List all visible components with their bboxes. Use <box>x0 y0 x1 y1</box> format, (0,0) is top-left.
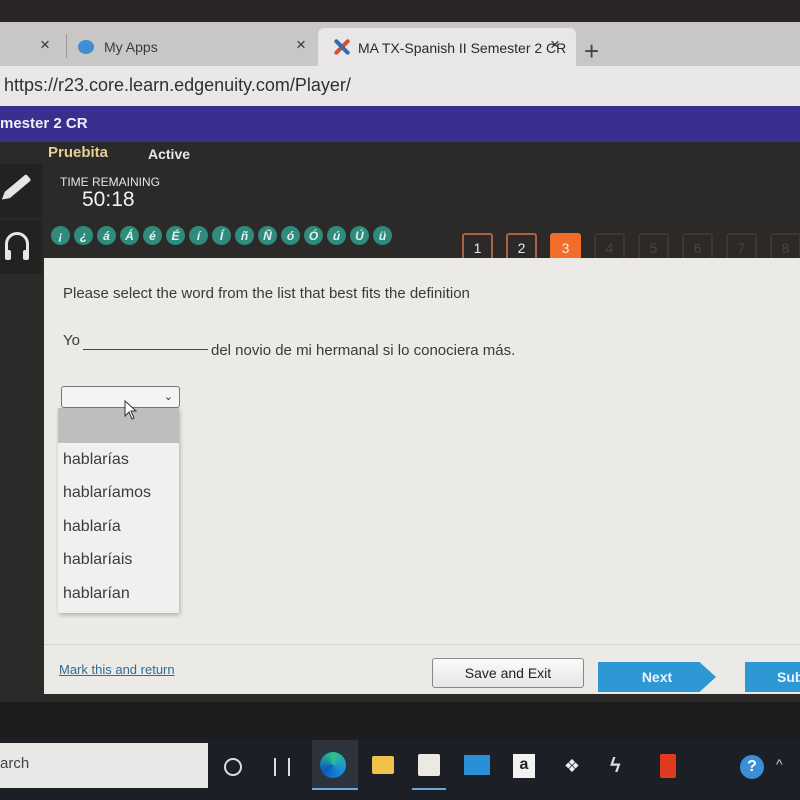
tab-close-icon[interactable]: × <box>296 35 306 55</box>
accent-button[interactable]: á <box>97 226 116 245</box>
accent-button[interactable]: ú <box>327 226 346 245</box>
accent-button[interactable]: ¡ <box>51 226 70 245</box>
answer-dropdown-list: hablarías hablaríamos hablaría hablaríai… <box>58 408 179 613</box>
time-remaining-label: TIME REMAINING <box>60 175 161 189</box>
search-placeholder: arch <box>0 755 30 772</box>
windows-taskbar: arch a ❖ ϟ ? ^ <box>0 738 800 800</box>
dropdown-option[interactable]: hablaría <box>58 510 179 544</box>
taskbar-search-box[interactable]: arch <box>0 743 208 788</box>
file-explorer-icon[interactable] <box>372 756 394 774</box>
mail-icon[interactable] <box>464 755 490 775</box>
course-header: mester 2 CR <box>0 106 800 142</box>
dropbox-icon[interactable]: ❖ <box>561 755 583 777</box>
time-remaining-value: 50:18 <box>82 188 135 211</box>
microsoft-store-icon[interactable] <box>418 754 440 776</box>
accent-button[interactable]: é <box>143 226 162 245</box>
chevron-down-icon: ⌄ <box>163 391 173 403</box>
pencil-tool-button[interactable] <box>0 164 42 218</box>
chevron-up-icon[interactable]: ^ <box>776 756 800 780</box>
tab-my-apps[interactable]: My Apps <box>78 28 158 66</box>
sentence-start: Yo <box>63 332 80 349</box>
address-bar[interactable]: https://r23.core.learn.edgenuity.com/Pla… <box>0 66 800 106</box>
browser-tab-strip: × My Apps × MA TX-Spanish II Semester 2 … <box>0 0 800 68</box>
question-panel: Please select the word from the list tha… <box>44 258 800 694</box>
tab-close-icon[interactable]: × <box>550 35 560 55</box>
tab-spanish-course[interactable]: MA TX-Spanish II Semester 2 CR × <box>318 28 576 68</box>
dropdown-option[interactable]: hablaríais <box>58 544 179 578</box>
new-tab-button[interactable]: + <box>584 38 599 64</box>
answer-blank <box>83 349 208 350</box>
screen: × My Apps × MA TX-Spanish II Semester 2 … <box>0 0 800 800</box>
tab-label: My Apps <box>104 39 158 55</box>
accent-button[interactable]: ñ <box>235 226 254 245</box>
footer-divider <box>44 644 800 645</box>
tab-label: MA TX-Spanish II Semester 2 CR <box>358 40 567 56</box>
office-icon[interactable] <box>660 754 676 778</box>
tab-close-icon[interactable]: × <box>40 35 50 55</box>
url-text[interactable]: https://r23.core.learn.edgenuity.com/Pla… <box>4 75 351 96</box>
accent-button[interactable]: É <box>166 226 185 245</box>
submit-button[interactable]: Sub <box>745 662 800 692</box>
edge-browser-icon[interactable] <box>320 752 346 778</box>
dropdown-option[interactable]: hablarían <box>58 577 179 611</box>
activity-status: Active <box>148 146 191 162</box>
dropdown-option[interactable]: hablarías <box>58 443 179 477</box>
dropdown-option-blank[interactable] <box>58 408 179 443</box>
accent-button[interactable]: Ñ <box>258 226 277 245</box>
mouse-cursor-icon <box>124 400 138 420</box>
accent-button[interactable]: ü <box>373 226 392 245</box>
audio-tool-button[interactable] <box>0 220 42 274</box>
mark-and-return-link[interactable]: Mark this and return <box>59 662 175 677</box>
accent-button[interactable]: ¿ <box>74 226 93 245</box>
accent-button[interactable]: Í <box>212 226 231 245</box>
accent-button[interactable]: Á <box>120 226 139 245</box>
activity-title: Pruebita <box>48 144 109 161</box>
accent-button[interactable]: ó <box>281 226 300 245</box>
question-instructions: Please select the word from the list tha… <box>63 285 470 302</box>
help-icon[interactable]: ? <box>740 755 764 779</box>
sentence-end: del novio de mi hermanal si lo conociera… <box>211 342 516 359</box>
accent-button[interactable]: Ó <box>304 226 323 245</box>
answer-select[interactable]: ⌄ <box>61 386 180 408</box>
headphones-icon <box>5 232 29 260</box>
next-button[interactable]: Next <box>598 662 716 692</box>
pencil-icon <box>4 173 32 199</box>
accent-button[interactable]: í <box>189 226 208 245</box>
dropdown-option[interactable]: hablaríamos <box>58 477 179 511</box>
store-running-indicator <box>412 788 446 790</box>
tab-divider <box>66 34 67 58</box>
task-view-icon[interactable] <box>274 758 290 776</box>
app-s-icon[interactable]: ϟ <box>610 754 626 778</box>
my-apps-cloud-icon <box>78 40 94 54</box>
accent-toolbar: ¡ ¿ á Á é É í Í ñ Ñ ó Ó ú Ú ü <box>51 226 392 245</box>
edgenuity-logo-icon <box>332 38 350 56</box>
course-title: mester 2 CR <box>0 115 88 132</box>
save-and-exit-button[interactable]: Save and Exit <box>432 658 584 688</box>
accent-button[interactable]: Ú <box>350 226 369 245</box>
amazon-icon[interactable]: a <box>513 754 535 778</box>
cortana-icon[interactable] <box>224 758 242 776</box>
